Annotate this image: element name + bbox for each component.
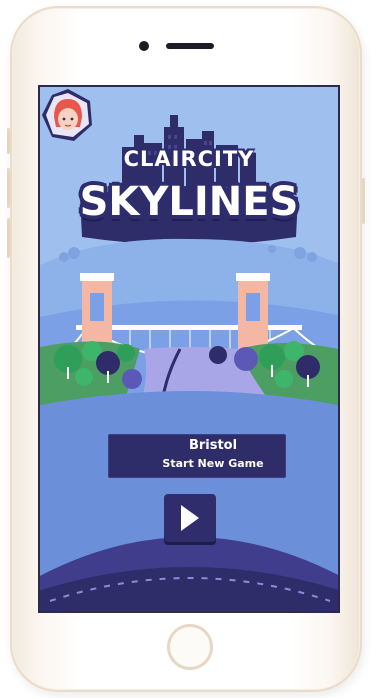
- phone-volume-down: [7, 218, 10, 258]
- logo-title: SKYLINES: [79, 179, 299, 225]
- earpiece-speaker: [166, 43, 214, 49]
- play-button[interactable]: [164, 494, 216, 542]
- city-name: Bristol: [188, 438, 238, 453]
- phone-volume-up: [7, 168, 10, 208]
- start-new-game-label: Start New Game: [162, 457, 264, 470]
- player-avatar[interactable]: [40, 87, 96, 143]
- start-new-game-button[interactable]: Bristol Start New Game: [108, 434, 286, 478]
- front-camera-icon: [139, 41, 149, 51]
- logo-subtitle: CLAIRCITY: [123, 147, 255, 171]
- game-screen: CLAIRCITY SKYLINES Bristol Start New Gam…: [38, 85, 340, 613]
- play-icon: [181, 505, 199, 531]
- phone-side-button: [7, 128, 10, 154]
- home-button[interactable]: [167, 624, 213, 670]
- phone-power-button: [362, 178, 365, 224]
